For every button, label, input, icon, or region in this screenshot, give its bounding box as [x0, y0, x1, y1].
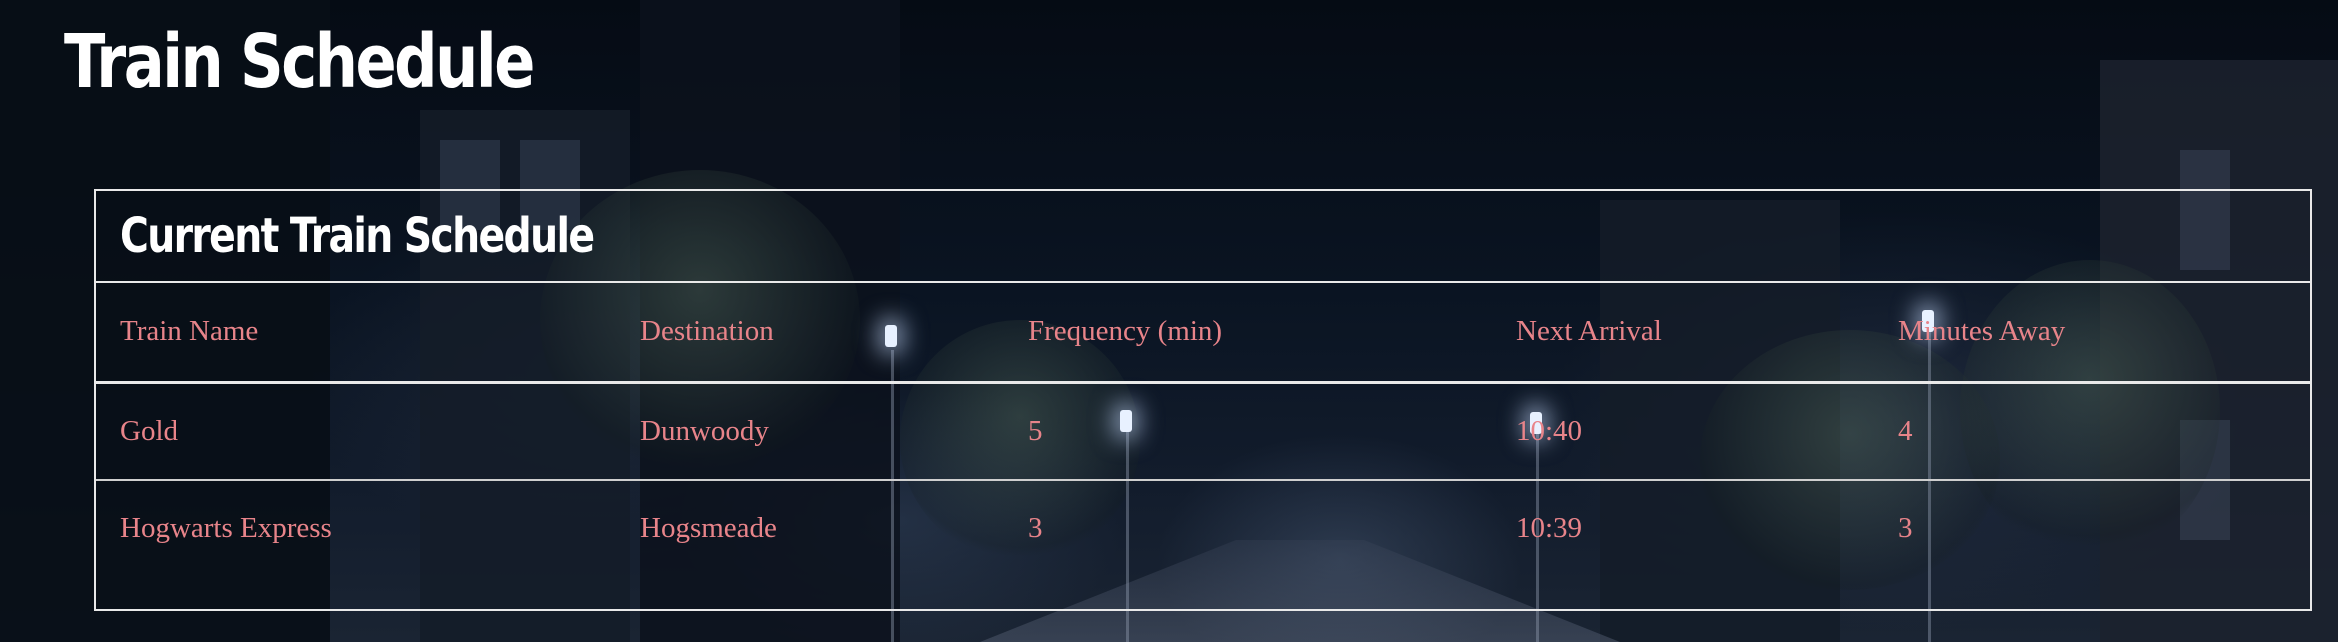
cell-minutes-away: 4	[1898, 414, 1913, 447]
cell-next-arrival: 10:40	[1516, 414, 1583, 447]
column-header-next-arrival: Next Arrival	[1516, 315, 1662, 348]
cell-minutes-away: 3	[1898, 512, 1913, 544]
cell-train-name: Gold	[120, 414, 178, 447]
cell-next-arrival: 10:39	[1516, 512, 1583, 544]
table-row: Hogwarts Express Hogsmeade 3 10:39 3	[96, 480, 2310, 606]
schedule-panel: Current Train Schedule Train Name Destin…	[94, 189, 2312, 611]
table-header-row: Train Name Destination Frequency (min) N…	[96, 283, 2310, 382]
table-row: Gold Dunwoody 5 10:40 4	[96, 382, 2310, 480]
cell-destination: Dunwoody	[640, 414, 769, 447]
schedule-table: Train Name Destination Frequency (min) N…	[96, 283, 2310, 606]
column-header-frequency: Frequency (min)	[1028, 315, 1223, 348]
column-header-destination: Destination	[640, 315, 774, 348]
cell-frequency: 3	[1028, 512, 1043, 544]
cell-destination: Hogsmeade	[640, 512, 777, 544]
cell-frequency: 5	[1028, 414, 1043, 447]
page-title: Train Schedule	[64, 19, 535, 105]
column-header-minutes-away: Minutes Away	[1898, 315, 2066, 348]
column-header-train-name: Train Name	[120, 315, 259, 348]
panel-title: Current Train Schedule	[120, 208, 595, 264]
cell-train-name: Hogwarts Express	[120, 512, 332, 544]
panel-heading: Current Train Schedule	[96, 191, 2310, 283]
